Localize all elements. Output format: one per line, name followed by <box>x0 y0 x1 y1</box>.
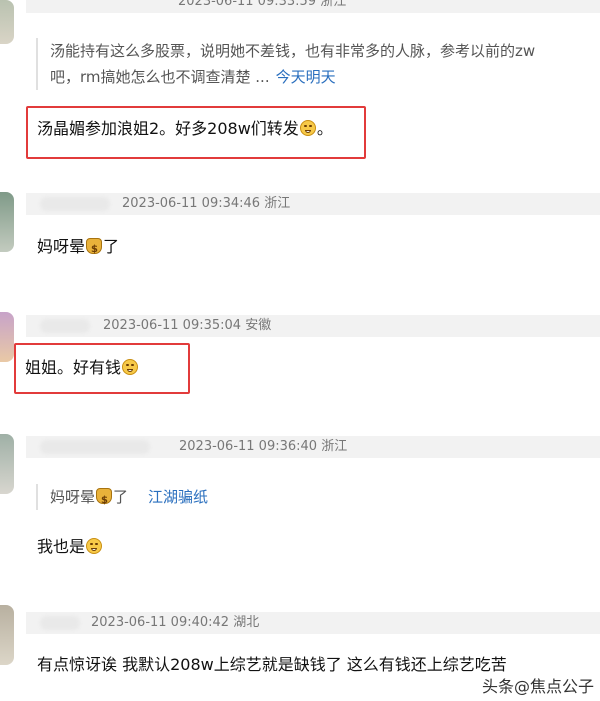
comment-body: 有点惊讶诶 我默认208w上综艺就是缺钱了 这么有钱还上综艺吃苦 <box>37 653 507 677</box>
comment-text: 我也是 <box>37 537 86 556</box>
comment-item: 2023-06-11 09:34:46 浙江 妈呀晕了 <box>0 180 600 292</box>
comment-meta: 2023-06-11 09:34:46 浙江 <box>122 193 290 215</box>
comment-location: 安徽 <box>245 318 272 333</box>
avatar[interactable] <box>0 0 14 44</box>
comment-timestamp: 2023-06-11 09:33:59 <box>178 0 317 9</box>
comment-location: 浙江 <box>264 196 291 211</box>
comment-text: 有点惊讶诶 我默认208w上综艺就是缺钱了 这么有钱还上综艺吃苦 <box>37 655 507 674</box>
avatar[interactable] <box>0 192 14 252</box>
comment-body: 汤晶媚参加浪姐2。好多208w们转发。 <box>37 117 333 141</box>
comment-body: 姐姐。好有钱 <box>25 356 139 380</box>
comment-meta-bar <box>26 193 600 215</box>
grimace-emoji-icon <box>122 359 139 375</box>
watermark: 头条@焦点公子 <box>481 677 594 696</box>
comment-meta: 2023-06-11 09:35:04 安徽 <box>103 315 271 337</box>
comment-body: 妈呀晕了 <box>37 235 120 262</box>
comment-meta: 2023-06-11 09:40:42 湖北 <box>91 612 259 634</box>
comment-item: 2023-06-11 09:36:40 浙江 妈呀晕了 江湖骗纸 我也是 <box>0 420 600 595</box>
username-blurred[interactable] <box>40 197 110 211</box>
quoted-reply: 妈呀晕了 江湖骗纸 <box>36 484 350 514</box>
comment-body: 我也是 <box>37 535 103 559</box>
grimace-emoji-icon <box>86 538 103 554</box>
comment-location: 浙江 <box>320 0 347 9</box>
comment-text: 妈呀晕 <box>37 237 86 256</box>
comment-text-end: 了 <box>103 237 120 256</box>
username-blurred[interactable] <box>40 319 90 333</box>
comment-text: 姐姐。好有钱 <box>25 358 122 377</box>
money-bag-emoji-icon <box>86 238 103 262</box>
username-blurred[interactable] <box>40 616 80 630</box>
avatar[interactable] <box>0 605 14 665</box>
quoted-text: 妈呀晕 <box>50 488 96 506</box>
quoted-author-link[interactable]: 今天明天 <box>276 68 336 86</box>
comment-timestamp: 2023-06-11 09:35:04 <box>103 318 242 333</box>
quoted-text-end: 了 <box>113 488 129 506</box>
grimace-emoji-icon <box>299 120 316 136</box>
quoted-reply: 汤能持有这么多股票，说明她不差钱，也有非常多的人脉，参考以前的zw吧，rm搞她怎… <box>36 38 560 90</box>
quoted-author-link[interactable]: 江湖骗纸 <box>148 488 208 506</box>
avatar[interactable] <box>0 312 14 362</box>
comment-item: 2023-06-11 09:35:04 安徽 姐姐。好有钱 <box>0 292 600 420</box>
comment-location: 湖北 <box>233 615 260 630</box>
comment-timestamp: 2023-06-11 09:36:40 <box>179 439 318 454</box>
comment-item: 2023-06-11 09:33:59 浙江 汤能持有这么多股票，说明她不差钱，… <box>0 0 600 180</box>
comment-text-end: 。 <box>316 119 333 138</box>
comment-timestamp: 2023-06-11 09:34:46 <box>122 196 261 211</box>
comment-meta: 2023-06-11 09:36:40 浙江 <box>179 436 347 458</box>
username-blurred[interactable] <box>40 440 150 454</box>
comment-text: 汤晶媚参加浪姐2。好多208w们转发 <box>37 119 299 138</box>
comment-location: 浙江 <box>321 439 348 454</box>
comment-meta: 2023-06-11 09:33:59 浙江 <box>178 0 346 13</box>
money-bag-emoji-icon <box>96 488 113 514</box>
avatar[interactable] <box>0 434 14 494</box>
comment-timestamp: 2023-06-11 09:40:42 <box>91 615 230 630</box>
